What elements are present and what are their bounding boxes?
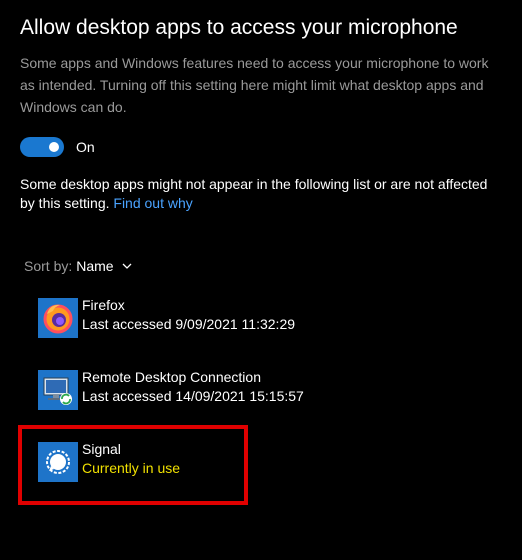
- sort-by-value: Name: [76, 258, 114, 274]
- app-list-item-firefox: Firefox Last accessed 9/09/2021 11:32:29: [38, 296, 295, 340]
- chevron-down-icon: [122, 263, 132, 269]
- remote-desktop-icon: [38, 370, 78, 410]
- toggle-state-label: On: [76, 139, 95, 155]
- toggle-knob: [49, 142, 59, 152]
- app-last-accessed: Last accessed 9/09/2021 11:32:29: [82, 316, 296, 332]
- app-list-item-remote-desktop-connection: Remote Desktop Connection Last accessed …: [38, 368, 304, 412]
- page-description: Some apps and Windows features need to a…: [20, 55, 489, 115]
- apps-list-note: Some desktop apps might not appear in th…: [20, 175, 490, 213]
- app-name: Remote Desktop Connection: [82, 369, 261, 385]
- note-text: Some desktop apps might not appear in th…: [20, 176, 488, 211]
- page-title: Allow desktop apps to access your microp…: [20, 16, 458, 39]
- app-last-accessed: Last accessed 14/09/2021 15:15:57: [82, 388, 304, 404]
- find-out-why-link[interactable]: Find out why: [113, 195, 192, 211]
- highlight-box: [18, 425, 248, 505]
- microphone-access-toggle[interactable]: [20, 137, 64, 157]
- sort-by-dropdown[interactable]: Sort by: Name: [24, 258, 132, 274]
- microphone-access-toggle-row: On: [20, 137, 95, 157]
- app-name: Firefox: [82, 297, 125, 313]
- sort-by-label: Sort by:: [24, 258, 73, 274]
- firefox-icon: [38, 298, 78, 338]
